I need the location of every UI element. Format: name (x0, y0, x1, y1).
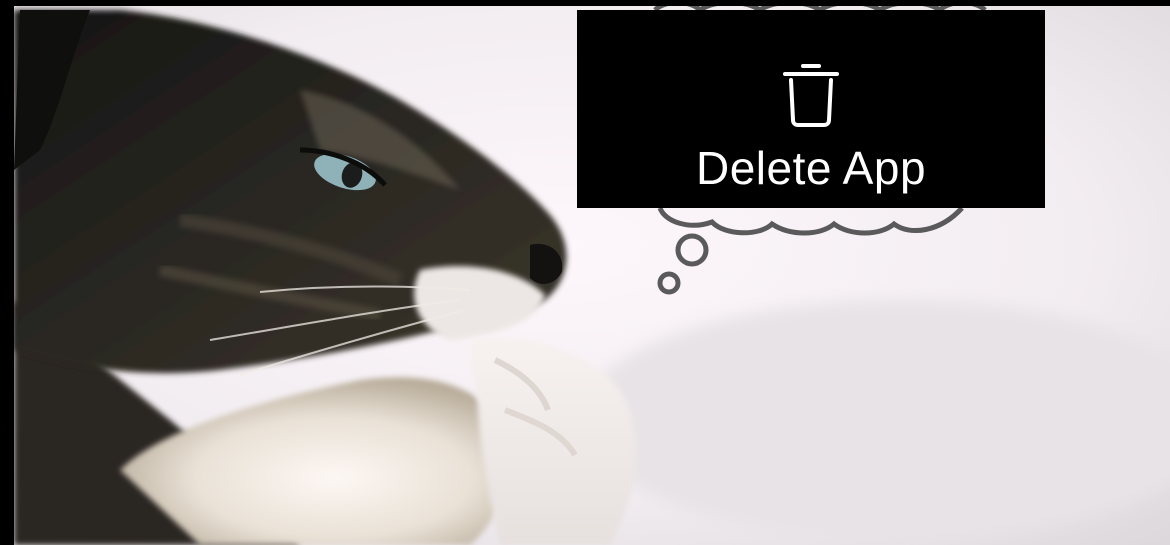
trash-icon (783, 64, 839, 127)
delete-app-popup[interactable]: Delete App (577, 10, 1045, 208)
meme-scene: Delete App (0, 0, 1170, 545)
frame-border-top (0, 0, 1170, 6)
frame-border-left (0, 0, 14, 545)
delete-app-label: Delete App (695, 142, 927, 194)
